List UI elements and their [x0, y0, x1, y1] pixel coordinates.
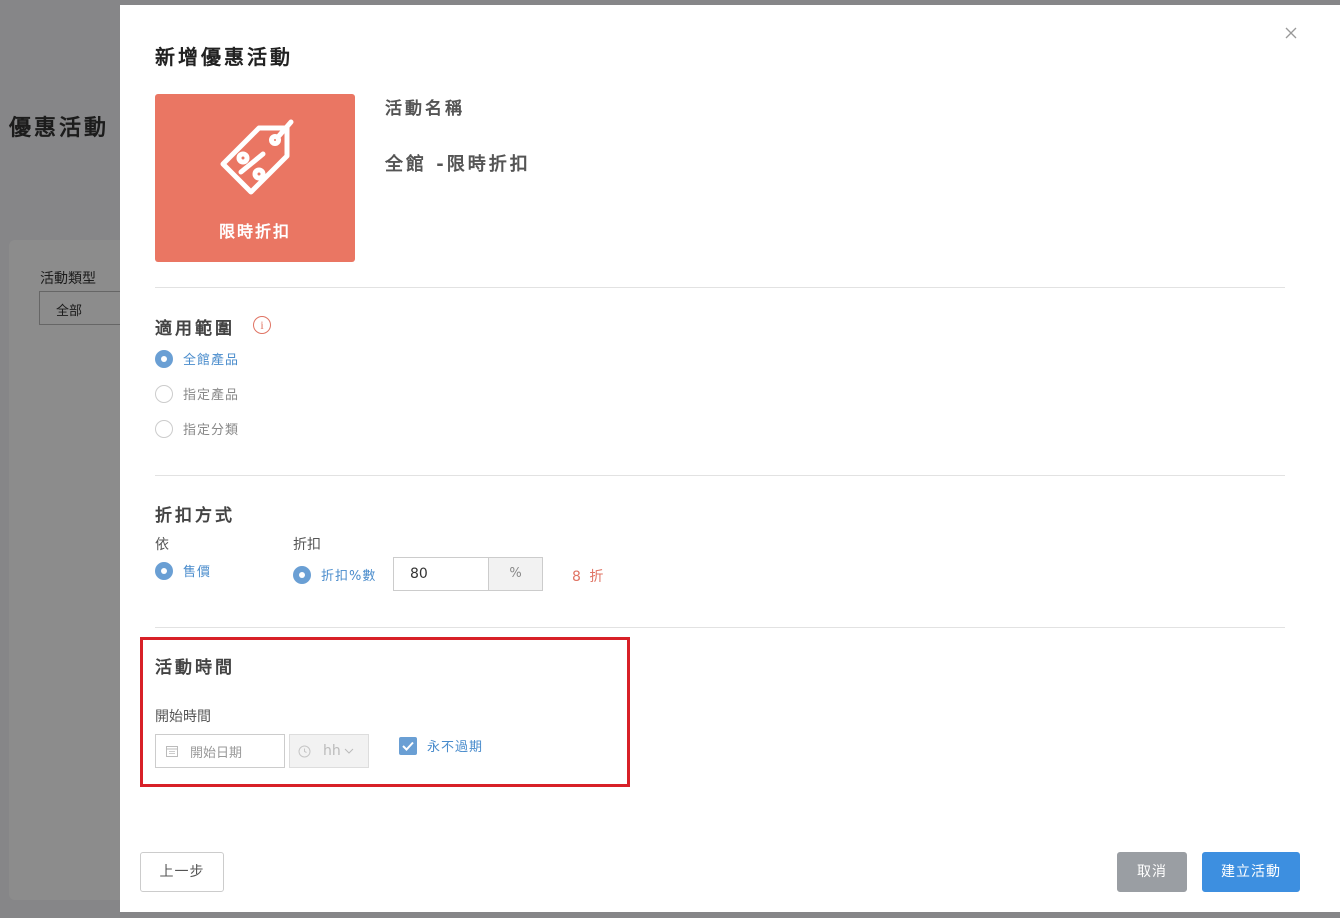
scope-option-category[interactable]: 指定分類: [155, 419, 239, 438]
calendar-icon: [166, 746, 178, 757]
never-expire-checkbox[interactable]: [399, 736, 417, 755]
radio-label: 售價: [183, 565, 212, 580]
radio-unchecked[interactable]: [155, 419, 173, 438]
scope-title: 適用範圍: [155, 319, 235, 339]
cancel-button[interactable]: 取消: [1117, 852, 1187, 892]
check-icon: [402, 741, 414, 751]
divider: [155, 627, 1285, 628]
hour-placeholder: hh: [323, 743, 341, 759]
radio-checked[interactable]: [293, 565, 311, 584]
radio-label: 折扣%數: [321, 569, 377, 584]
start-date-placeholder: 開始日期: [190, 745, 243, 761]
discount-title: 折扣方式: [155, 506, 235, 526]
create-activity-button[interactable]: 建立活動: [1202, 852, 1300, 892]
chevron-down-icon: [344, 748, 354, 754]
modal-title: 新增優惠活動: [155, 45, 293, 69]
by-label: 依: [155, 537, 169, 553]
never-expire-label: 永不過期: [427, 740, 484, 755]
scope-option-all[interactable]: 全館產品: [155, 349, 239, 368]
discount-option-percent[interactable]: 折扣%數: [293, 565, 376, 584]
info-icon[interactable]: i: [253, 316, 271, 334]
percent-unit: %: [489, 557, 543, 591]
discount-input-group: 80 %: [393, 557, 543, 591]
activity-name-label: 活動名稱: [385, 99, 465, 119]
start-date-input[interactable]: 開始日期: [155, 734, 285, 768]
discount-result: 8 折: [572, 569, 606, 585]
previous-step-button[interactable]: 上一步: [140, 852, 224, 892]
radio-label: 指定分類: [183, 423, 240, 438]
time-title: 活動時間: [155, 658, 235, 678]
promo-type-label: 限時折扣: [218, 222, 291, 241]
discount-percent-input[interactable]: 80: [393, 557, 489, 591]
by-option-price[interactable]: 售價: [155, 561, 211, 580]
discount-label: 折扣: [293, 537, 321, 553]
radio-checked[interactable]: [155, 349, 173, 368]
radio-checked[interactable]: [155, 561, 173, 580]
radio-label: 全館產品: [183, 353, 240, 368]
start-hour-select[interactable]: hh: [289, 734, 369, 768]
promo-type-card: 限時折扣: [155, 94, 355, 262]
close-icon[interactable]: [1282, 25, 1300, 43]
activity-name-value: 全館 -限時折扣: [385, 154, 531, 175]
divider: [155, 475, 1285, 476]
clock-icon: [298, 745, 311, 757]
radio-label: 指定產品: [183, 388, 240, 403]
radio-unchecked[interactable]: [155, 384, 173, 403]
discount-tag-icon: [220, 119, 294, 195]
scope-option-products[interactable]: 指定產品: [155, 384, 239, 403]
start-time-label: 開始時間: [155, 709, 211, 725]
never-expire-option[interactable]: 永不過期: [399, 736, 483, 755]
create-promotion-modal: 新增優惠活動 限時折扣 活動名稱 全館 -限時折扣 適用範圍 i 全館產品 指定…: [120, 5, 1340, 912]
divider: [155, 287, 1285, 288]
